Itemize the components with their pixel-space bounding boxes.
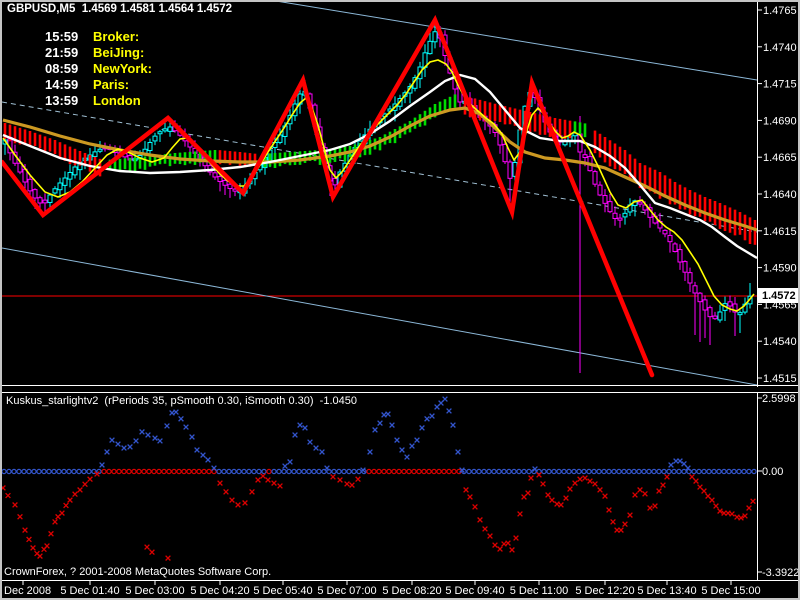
- time-axis-label: 5 Dec 07:00: [317, 585, 376, 597]
- current-price-tag: 1.4572: [762, 290, 796, 302]
- price-axis-label: 1.4690: [763, 115, 797, 127]
- price-axis-label: 1.4640: [763, 189, 797, 201]
- price-axis-label: 1.4665: [763, 152, 797, 164]
- oscillator-axis-label: 0.00: [762, 466, 783, 478]
- time-axis-label: 5 Dec 12:20: [575, 585, 634, 597]
- mt4-chart-window: 1.4765 1.4740 1.4715 1.4690 1.4665 1.4640 1.46…: [0, 0, 800, 600]
- session-time: 13:59: [45, 93, 79, 108]
- session-label: BeiJing:: [93, 45, 145, 60]
- price-axis-label: 1.4740: [763, 42, 797, 54]
- price-axis-label: 1.4615: [763, 226, 797, 238]
- price-axis-label: 1.4715: [763, 79, 797, 91]
- session-time: 21:59: [45, 45, 79, 60]
- chart-title: GBPUSD,M5 1.4569 1.4581 1.4564 1.4572: [7, 3, 233, 15]
- session-time: 14:59: [45, 77, 79, 92]
- session-label: Broker:: [93, 29, 140, 44]
- session-time: 08:59: [45, 61, 79, 76]
- time-axis-label: 5 Dec 15:00: [701, 585, 760, 597]
- session-label: London: [93, 93, 141, 108]
- panel-divider[interactable]: [2, 387, 798, 392]
- time-axis-label: 5 Dec 05:40: [253, 585, 312, 597]
- time-axis-label: 5 Dec 03:00: [125, 585, 184, 597]
- indicator-label: Kuskus_starlightv2 (rPeriods 35, pSmooth…: [6, 395, 357, 407]
- session-label: NewYork:: [93, 61, 152, 76]
- price-axis-label: 1.4590: [763, 263, 797, 275]
- price-axis-label: 1.4765: [763, 5, 797, 17]
- price-axis-label: 1.4540: [763, 336, 797, 348]
- time-axis-label: 5 Dec 04:20: [190, 585, 249, 597]
- time-axis-label: 5 Dec 2008: [0, 585, 51, 597]
- price-axis-label: 1.4515: [763, 373, 797, 385]
- time-axis-label: 5 Dec 08:20: [382, 585, 441, 597]
- oscillator-axis-label: -3.3922: [762, 567, 799, 579]
- time-axis-label: 5 Dec 01:40: [60, 585, 119, 597]
- oscillator-axis-label: 2.5998: [762, 393, 796, 405]
- time-axis-label: 5 Dec 11:00: [510, 585, 569, 597]
- time-axis-label: 5 Dec 09:40: [445, 585, 504, 597]
- session-time: 15:59: [45, 29, 79, 44]
- time-axis-label: 5 Dec 13:40: [637, 585, 696, 597]
- session-label: Paris:: [93, 77, 130, 92]
- copyright-text: CrownForex, ? 2001-2008 MetaQuotes Softw…: [4, 566, 272, 578]
